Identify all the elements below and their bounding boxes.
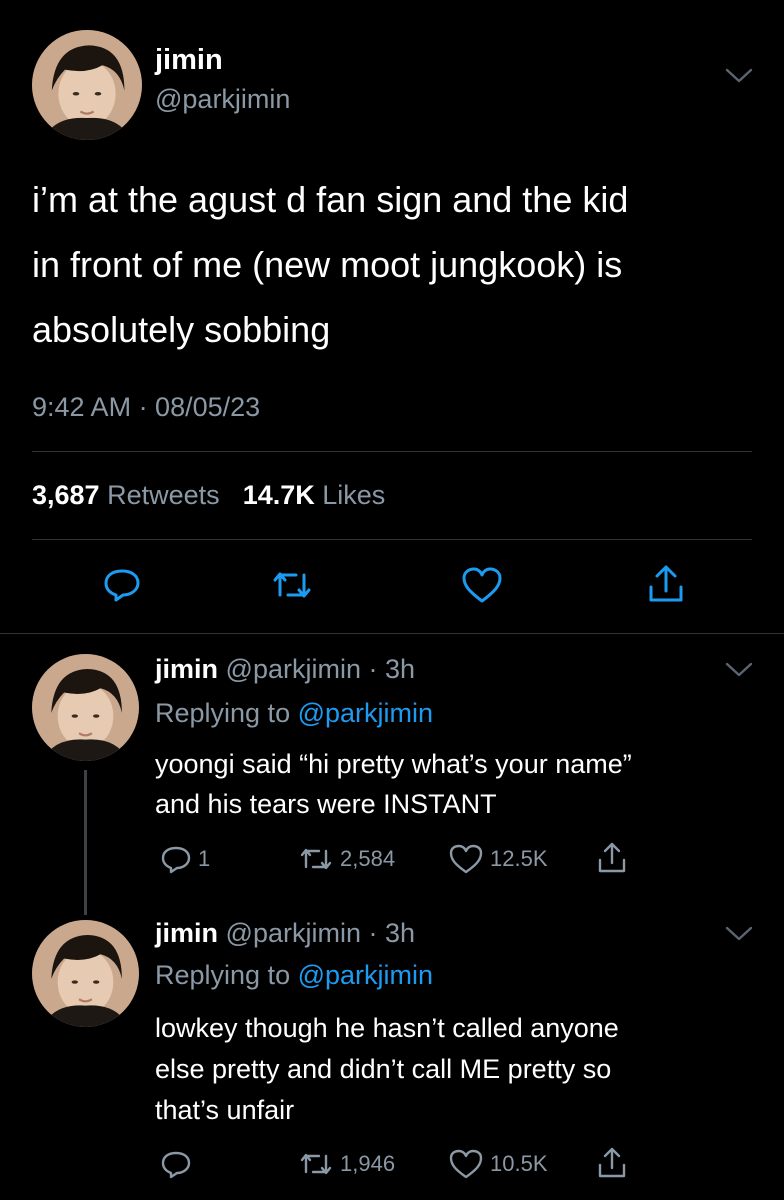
divider: [32, 539, 752, 540]
retweets-label[interactable]: Retweets: [107, 480, 220, 510]
avatar-image: [32, 30, 142, 140]
retweet-icon: [300, 1153, 332, 1175]
chevron-down-icon[interactable]: [724, 66, 754, 86]
retweet-button[interactable]: 1,946: [298, 1148, 395, 1180]
reply-text-line: that’s unfair: [155, 1095, 295, 1125]
chevron-down-icon[interactable]: [724, 660, 754, 680]
handle-time[interactable]: @parkjimin · 3h: [226, 918, 415, 948]
replying-prefix: Replying to: [155, 698, 291, 728]
retweet-icon: [300, 848, 332, 870]
display-name[interactable]: jimin: [155, 654, 218, 684]
display-name[interactable]: jimin: [155, 918, 218, 948]
retweet-button[interactable]: 2,584: [298, 843, 395, 875]
share-button[interactable]: [596, 1146, 628, 1180]
replying-to-link[interactable]: @parkjimin: [298, 960, 433, 990]
reply-header: jimin @parkjimin · 3h: [155, 654, 415, 685]
reply-count: 1: [198, 846, 211, 871]
replying-prefix: Replying to: [155, 960, 291, 990]
share-icon: [598, 1147, 626, 1178]
retweet-button[interactable]: [270, 565, 314, 605]
reply-icon: [161, 1151, 191, 1179]
like-button[interactable]: 10.5K: [448, 1148, 548, 1180]
retweet-count: 2,584: [340, 846, 396, 871]
like-button[interactable]: [460, 565, 504, 605]
replying-to: Replying to @parkjimin: [155, 960, 433, 991]
handle-time[interactable]: @parkjimin · 3h: [226, 654, 415, 684]
reply-text-line: and his tears were INSTANT: [155, 789, 497, 819]
heart-icon: [449, 1149, 483, 1179]
likes-label[interactable]: Likes: [322, 480, 385, 510]
heart-icon: [449, 844, 483, 874]
likes-count[interactable]: 14.7K: [243, 480, 315, 510]
divider: [0, 633, 784, 634]
share-icon: [649, 565, 683, 602]
divider: [32, 451, 752, 452]
reply-text-line: else pretty and didn’t call ME pretty so: [155, 1054, 612, 1084]
avatar[interactable]: [32, 30, 142, 140]
tweet-text: i’m at the agust d fan sign and the kid …: [32, 167, 772, 362]
retweet-icon: [273, 572, 311, 598]
reply-button[interactable]: [102, 564, 142, 604]
tweet-text-line: in front of me (new moot jungkook) is: [32, 244, 623, 285]
tweet-text-line: absolutely sobbing: [32, 309, 331, 350]
retweet-count: 1,946: [340, 1151, 396, 1176]
avatar[interactable]: [32, 654, 139, 761]
display-name[interactable]: jimin: [155, 44, 223, 77]
reply-text: lowkey though he hasn’t called anyone el…: [155, 1008, 775, 1131]
reply-text-line: yoongi said “hi pretty what’s your name”: [155, 749, 632, 779]
handle[interactable]: @parkjimin: [155, 84, 290, 115]
reply-icon: [104, 569, 140, 602]
reply-button[interactable]: [160, 1148, 198, 1180]
avatar-image: [32, 654, 139, 761]
share-button[interactable]: [596, 841, 628, 875]
share-icon: [598, 842, 626, 873]
avatar-image: [32, 920, 139, 1027]
like-count: 12.5K: [490, 846, 548, 871]
reply-button[interactable]: 1: [160, 843, 210, 875]
reply-header: jimin @parkjimin · 3h: [155, 918, 415, 949]
reply-icon: [161, 846, 191, 874]
thread-line: [84, 770, 87, 915]
reply-text: yoongi said “hi pretty what’s your name”…: [155, 744, 775, 824]
engagement-stats: 3,687 Retweets 14.7K Likes: [32, 480, 385, 511]
share-button[interactable]: [646, 563, 686, 605]
reply-text-line: lowkey though he hasn’t called anyone: [155, 1013, 619, 1043]
replying-to: Replying to @parkjimin: [155, 698, 433, 729]
like-button[interactable]: 12.5K: [448, 843, 548, 875]
replying-to-link[interactable]: @parkjimin: [298, 698, 433, 728]
chevron-down-icon[interactable]: [724, 924, 754, 944]
like-count: 10.5K: [490, 1151, 548, 1176]
heart-icon: [462, 567, 502, 603]
avatar[interactable]: [32, 920, 139, 1027]
tweet-text-line: i’m at the agust d fan sign and the kid: [32, 179, 629, 220]
tweet-timestamp[interactable]: 9:42 AM · 08/05/23: [32, 392, 260, 423]
retweets-count[interactable]: 3,687: [32, 480, 100, 510]
